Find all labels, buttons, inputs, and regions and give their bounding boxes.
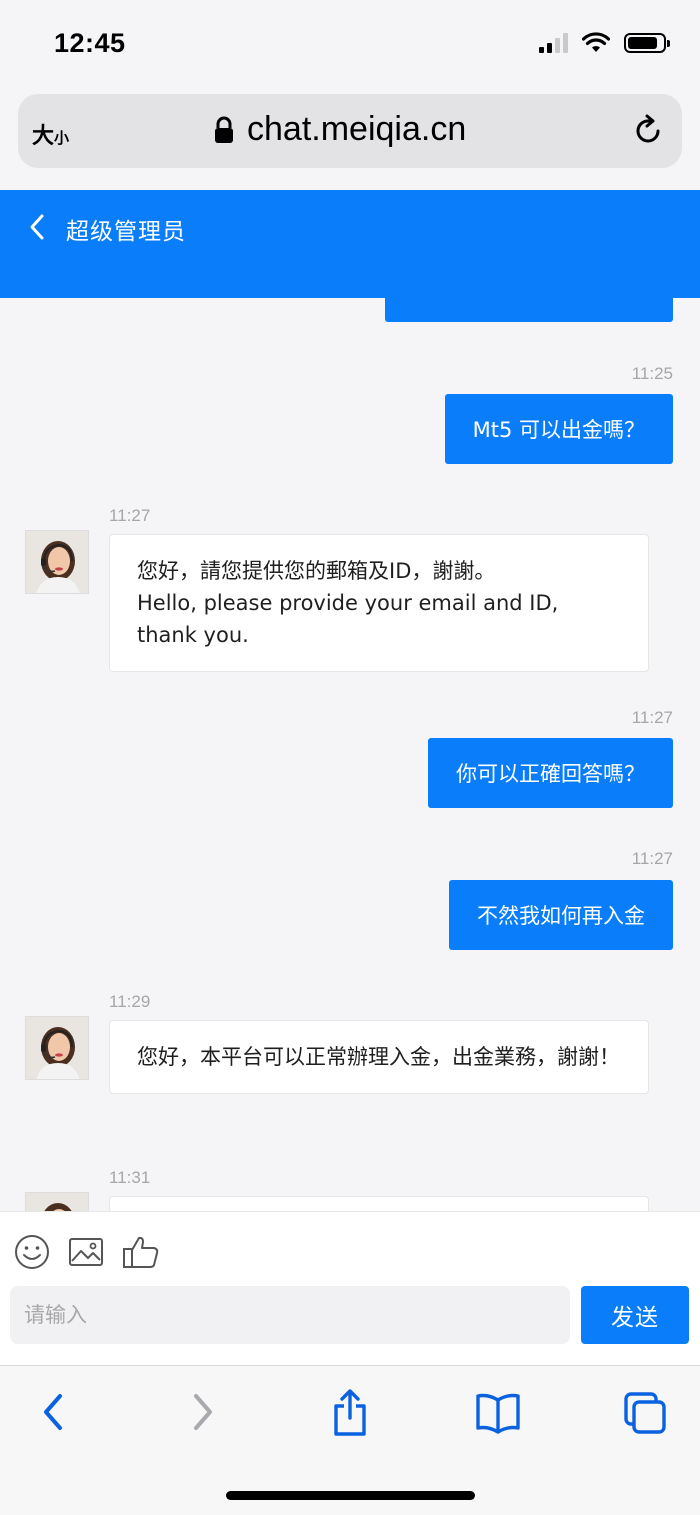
wifi-icon xyxy=(582,32,610,52)
agent-avatar[interactable] xyxy=(25,530,89,594)
agent-avatar-image xyxy=(26,1017,88,1079)
thumbs-up-icon[interactable] xyxy=(122,1234,160,1270)
message-line: 您好，請您提供您的郵箱及ID，謝謝。 xyxy=(137,559,496,583)
message-timestamp: 11:27 xyxy=(631,849,673,868)
forward-icon[interactable] xyxy=(186,1390,220,1434)
chat-header: 超级管理员 xyxy=(0,190,700,298)
message-bubble-incoming[interactable]: 您好，本平台可以正常辦理入金，出金業務，謝謝！ xyxy=(109,1020,649,1094)
message-bubble-outgoing[interactable]: 你可以正確回答嗎？ xyxy=(428,738,673,808)
message-timestamp: 11:31 xyxy=(109,1168,151,1187)
agent-avatar-image xyxy=(26,1193,88,1211)
message-timestamp: 11:25 xyxy=(631,364,673,383)
message-bubble-outgoing[interactable]: 不然我如何再入金 xyxy=(449,880,673,950)
battery-level xyxy=(628,37,657,49)
message-bubble-incoming[interactable]: 您好，請您提供您的郵箱及ID，謝謝。 Hello, please provide… xyxy=(109,534,649,672)
url-display[interactable]: chat.meiqia.cn xyxy=(213,110,466,149)
tabs-icon[interactable] xyxy=(622,1390,668,1436)
address-bar[interactable]: 大小 chat.meiqia.cn xyxy=(18,94,682,168)
image-icon[interactable] xyxy=(68,1234,104,1270)
message-timestamp: 11:27 xyxy=(631,708,673,727)
share-icon[interactable] xyxy=(330,1388,370,1438)
text-size-button[interactable]: 大小 xyxy=(32,118,69,150)
text-size-label: 大 xyxy=(32,124,55,149)
status-time: 12:45 xyxy=(54,28,126,58)
message-list[interactable]: 11:25 Mt5 可以出金嗎？ 11:27 您好，請您提供您的郵箱及ID，謝謝… xyxy=(0,298,700,1211)
cellular-signal-icon xyxy=(539,33,568,53)
agent-avatar[interactable] xyxy=(25,1016,89,1080)
chat-title: 超级管理员 xyxy=(66,219,186,245)
status-icons xyxy=(539,32,670,54)
message-bubble-outgoing[interactable]: Mt5 可以出金嗎？ xyxy=(444,394,673,464)
composer: 发送 xyxy=(0,1211,700,1365)
message-line: Hello, please provide your email and ID,… xyxy=(137,591,559,647)
message-input[interactable] xyxy=(10,1286,570,1344)
reload-icon[interactable] xyxy=(634,114,664,148)
send-button[interactable]: 发送 xyxy=(581,1286,689,1344)
message-bubble-incoming[interactable] xyxy=(109,1196,649,1211)
back-chevron-icon[interactable] xyxy=(26,212,48,242)
lock-icon xyxy=(215,116,233,143)
message-timestamp: 11:27 xyxy=(109,506,151,525)
url-text: chat.meiqia.cn xyxy=(247,110,467,148)
text-size-small-label: 小 xyxy=(54,129,70,147)
home-indicator xyxy=(226,1491,475,1500)
agent-avatar[interactable] xyxy=(25,1192,89,1211)
emoji-icon[interactable] xyxy=(14,1234,50,1270)
status-bar: 12:45 xyxy=(0,0,700,88)
agent-avatar-image xyxy=(26,531,88,593)
message-timestamp: 11:29 xyxy=(109,992,151,1011)
message-bubble-outgoing-partial[interactable] xyxy=(385,298,673,322)
bookmarks-icon[interactable] xyxy=(474,1390,522,1434)
back-icon[interactable] xyxy=(36,1390,70,1434)
battery-icon xyxy=(624,33,670,53)
